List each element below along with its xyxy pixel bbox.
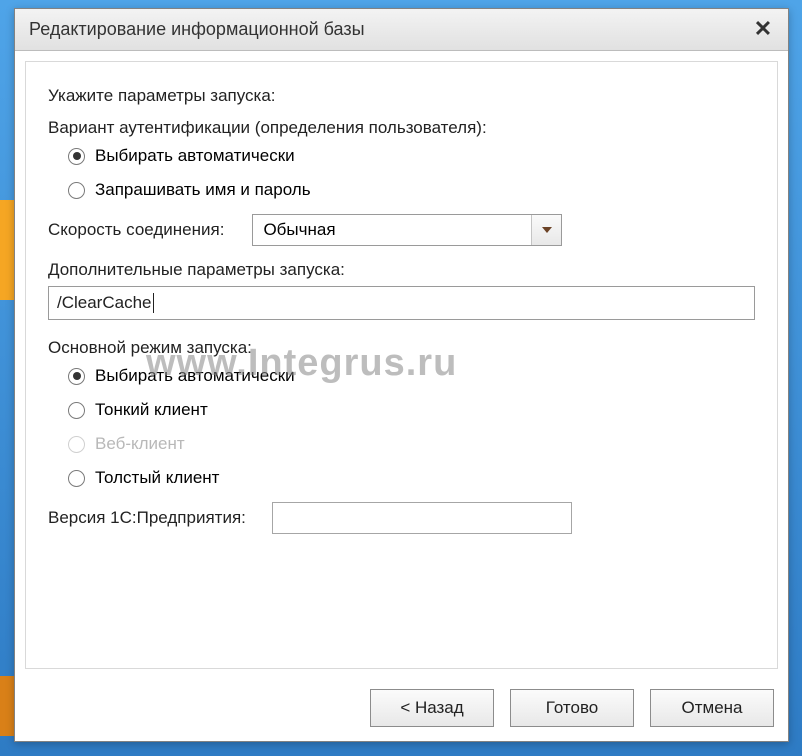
chevron-down-icon[interactable]	[531, 215, 561, 245]
speed-row: Скорость соединения: Обычная	[48, 214, 755, 246]
extra-params-label: Дополнительные параметры запуска:	[48, 260, 755, 280]
mode-label: Основной режим запуска:	[48, 338, 755, 358]
finish-button-label: Готово	[546, 698, 599, 718]
speed-label: Скорость соединения:	[48, 220, 224, 240]
extra-params-input[interactable]: /ClearCache	[48, 286, 755, 320]
speed-value: Обычная	[253, 220, 531, 240]
extra-params-value: /ClearCache	[57, 293, 152, 313]
window-title: Редактирование информационной базы	[29, 19, 748, 40]
version-label: Версия 1С:Предприятия:	[48, 508, 246, 528]
radio-icon	[68, 402, 85, 419]
mode-option-thick[interactable]: Толстый клиент	[68, 468, 755, 488]
close-icon[interactable]: ✕	[748, 15, 778, 45]
dialog-window: Редактирование информационной базы ✕ Ука…	[14, 8, 789, 742]
content-panel: Укажите параметры запуска: Вариант аутен…	[25, 61, 778, 669]
radio-icon	[68, 368, 85, 385]
radio-label: Запрашивать имя и пароль	[95, 180, 311, 200]
auth-label: Вариант аутентификации (определения поль…	[48, 118, 755, 138]
titlebar: Редактирование информационной базы ✕	[15, 9, 788, 51]
auth-option-ask[interactable]: Запрашивать имя и пароль	[68, 180, 755, 200]
auth-option-auto[interactable]: Выбирать автоматически	[68, 146, 755, 166]
radio-label: Толстый клиент	[95, 468, 219, 488]
radio-icon	[68, 436, 85, 453]
radio-icon	[68, 470, 85, 487]
auth-radio-group: Выбирать автоматически Запрашивать имя и…	[68, 146, 755, 200]
cancel-button-label: Отмена	[682, 698, 743, 718]
speed-select[interactable]: Обычная	[252, 214, 562, 246]
cancel-button[interactable]: Отмена	[650, 689, 774, 727]
back-button-label: < Назад	[400, 698, 463, 718]
button-row: < Назад Готово Отмена	[15, 679, 788, 741]
back-button[interactable]: < Назад	[370, 689, 494, 727]
radio-icon	[68, 182, 85, 199]
mode-option-thin[interactable]: Тонкий клиент	[68, 400, 755, 420]
finish-button[interactable]: Готово	[510, 689, 634, 727]
radio-label: Выбирать автоматически	[95, 146, 295, 166]
radio-icon	[68, 148, 85, 165]
radio-label: Тонкий клиент	[95, 400, 208, 420]
mode-radio-group: Выбирать автоматически Тонкий клиент Веб…	[68, 366, 755, 488]
radio-label: Выбирать автоматически	[95, 366, 295, 386]
mode-option-auto[interactable]: Выбирать автоматически	[68, 366, 755, 386]
radio-label: Веб-клиент	[95, 434, 185, 454]
prompt-label: Укажите параметры запуска:	[48, 86, 755, 106]
mode-option-web: Веб-клиент	[68, 434, 755, 454]
version-row: Версия 1С:Предприятия:	[48, 502, 755, 534]
text-caret	[153, 293, 154, 313]
version-input[interactable]	[272, 502, 572, 534]
